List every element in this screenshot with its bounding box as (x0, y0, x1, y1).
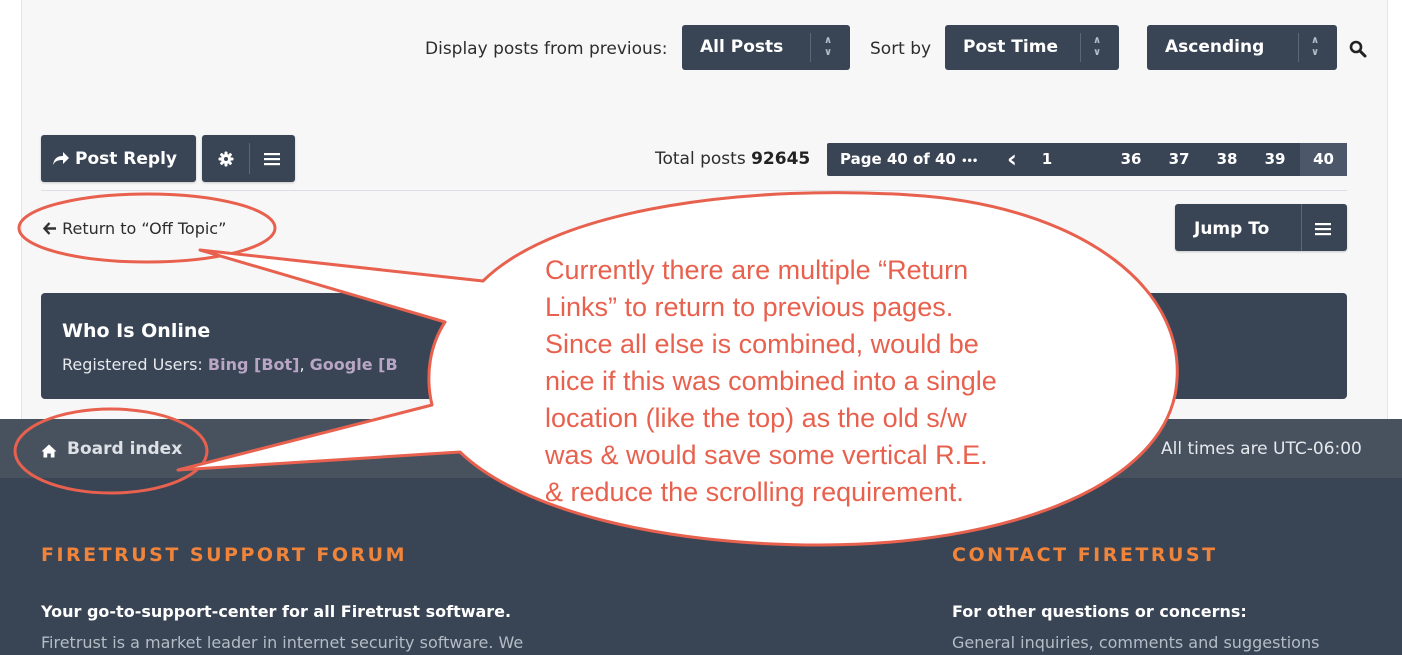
timezone-text: All times are UTC-06:00 (1161, 439, 1362, 459)
select-arrows-icon: ∧ ∨ (823, 35, 833, 58)
display-posts-value: All Posts (700, 37, 784, 57)
post-reply-button[interactable]: Post Reply (41, 135, 196, 182)
sort-by-label: Sort by (870, 39, 932, 59)
select-arrows-icon: ∧ ∨ (1092, 35, 1102, 58)
button-divider (1301, 204, 1302, 251)
select-arrows-icon: ∧ ∨ (1310, 35, 1320, 58)
who-is-online-title: Who Is Online (62, 320, 211, 342)
footer-contact-subheading: For other questions or concerns: (952, 602, 1247, 621)
annotation-line: & reduce the scrolling requirement. (545, 477, 964, 507)
jump-to-button[interactable]: Jump To (1175, 204, 1347, 251)
search-icon[interactable] (1349, 40, 1367, 62)
divider (41, 190, 1347, 191)
button-divider (249, 143, 250, 174)
page-current-40[interactable]: 40 (1300, 143, 1347, 176)
page-link-39[interactable]: 39 (1260, 143, 1290, 176)
annotation-line: Since all else is combined, would be (545, 329, 979, 359)
pagination: Page 40 of 40 ••• ‹ 1 36 37 38 39 40 (827, 143, 1347, 176)
arrow-left-icon (42, 220, 57, 239)
gear-icon (218, 151, 234, 171)
total-posts-label: Total posts (655, 149, 746, 169)
return-to-forum-link[interactable]: Return to “Off Topic” (42, 219, 227, 239)
annotation-line: was & would save some vertical R.E. (545, 440, 988, 470)
user-link-google[interactable]: Google [B (310, 355, 398, 374)
registered-users-line: Registered Users: Bing [Bot], Google [B (62, 355, 398, 374)
board-index-link[interactable]: Board index (67, 439, 182, 459)
prev-page-icon[interactable]: ‹ (997, 143, 1027, 176)
page-link-38[interactable]: 38 (1212, 143, 1242, 176)
total-posts-value: 92645 (751, 149, 811, 169)
sort-order-select[interactable]: Ascending ∧ ∨ (1147, 25, 1337, 70)
select-divider (1080, 33, 1081, 62)
annotation-line: nice if this was combined into a single (545, 366, 997, 396)
sort-by-value: Post Time (963, 37, 1058, 57)
user-link-bing[interactable]: Bing [Bot] (208, 355, 300, 374)
post-reply-label: Post Reply (75, 149, 177, 169)
reply-icon (52, 150, 70, 170)
return-link-label: Return to “Off Topic” (62, 219, 227, 238)
annotation-callout-text: Currently there are multiple “Return Lin… (545, 252, 1105, 511)
select-divider (1298, 33, 1299, 62)
footer-contact-heading: CONTACT FIRETRUST (952, 544, 1218, 566)
sort-by-select[interactable]: Post Time ∧ ∨ (945, 25, 1119, 70)
sort-order-value: Ascending (1165, 37, 1265, 57)
page-link-1[interactable]: 1 (1032, 143, 1062, 176)
display-posts-label: Display posts from previous: (425, 39, 668, 59)
display-posts-select[interactable]: All Posts ∧ ∨ (682, 25, 850, 70)
menu-icon (264, 151, 280, 170)
registered-users-label: Registered Users: (62, 355, 203, 374)
annotation-line: Links” to return to previous pages. (545, 292, 954, 322)
total-posts: Total posts 92645 (655, 149, 810, 169)
home-icon (41, 443, 57, 462)
annotation-line: Currently there are multiple “Return (545, 255, 969, 285)
topic-tools-button[interactable] (202, 135, 295, 182)
select-divider (810, 33, 811, 62)
page-link-36[interactable]: 36 (1116, 143, 1146, 176)
page-link-37[interactable]: 37 (1164, 143, 1194, 176)
footer-contact-text: General inquiries, comments and suggesti… (952, 633, 1320, 652)
footer-forum-text: Firetrust is a market leader in internet… (41, 633, 524, 652)
jump-to-label: Jump To (1194, 219, 1270, 239)
footer-forum-heading: FIRETRUST SUPPORT FORUM (41, 544, 407, 566)
annotation-line: location (like the top) as the old s/w (545, 403, 967, 433)
menu-icon (1315, 221, 1331, 240)
page-info-dropdown[interactable]: Page 40 of 40 ••• (840, 143, 978, 176)
footer-forum-subheading: Your go-to-support-center for all Firetr… (41, 602, 512, 621)
